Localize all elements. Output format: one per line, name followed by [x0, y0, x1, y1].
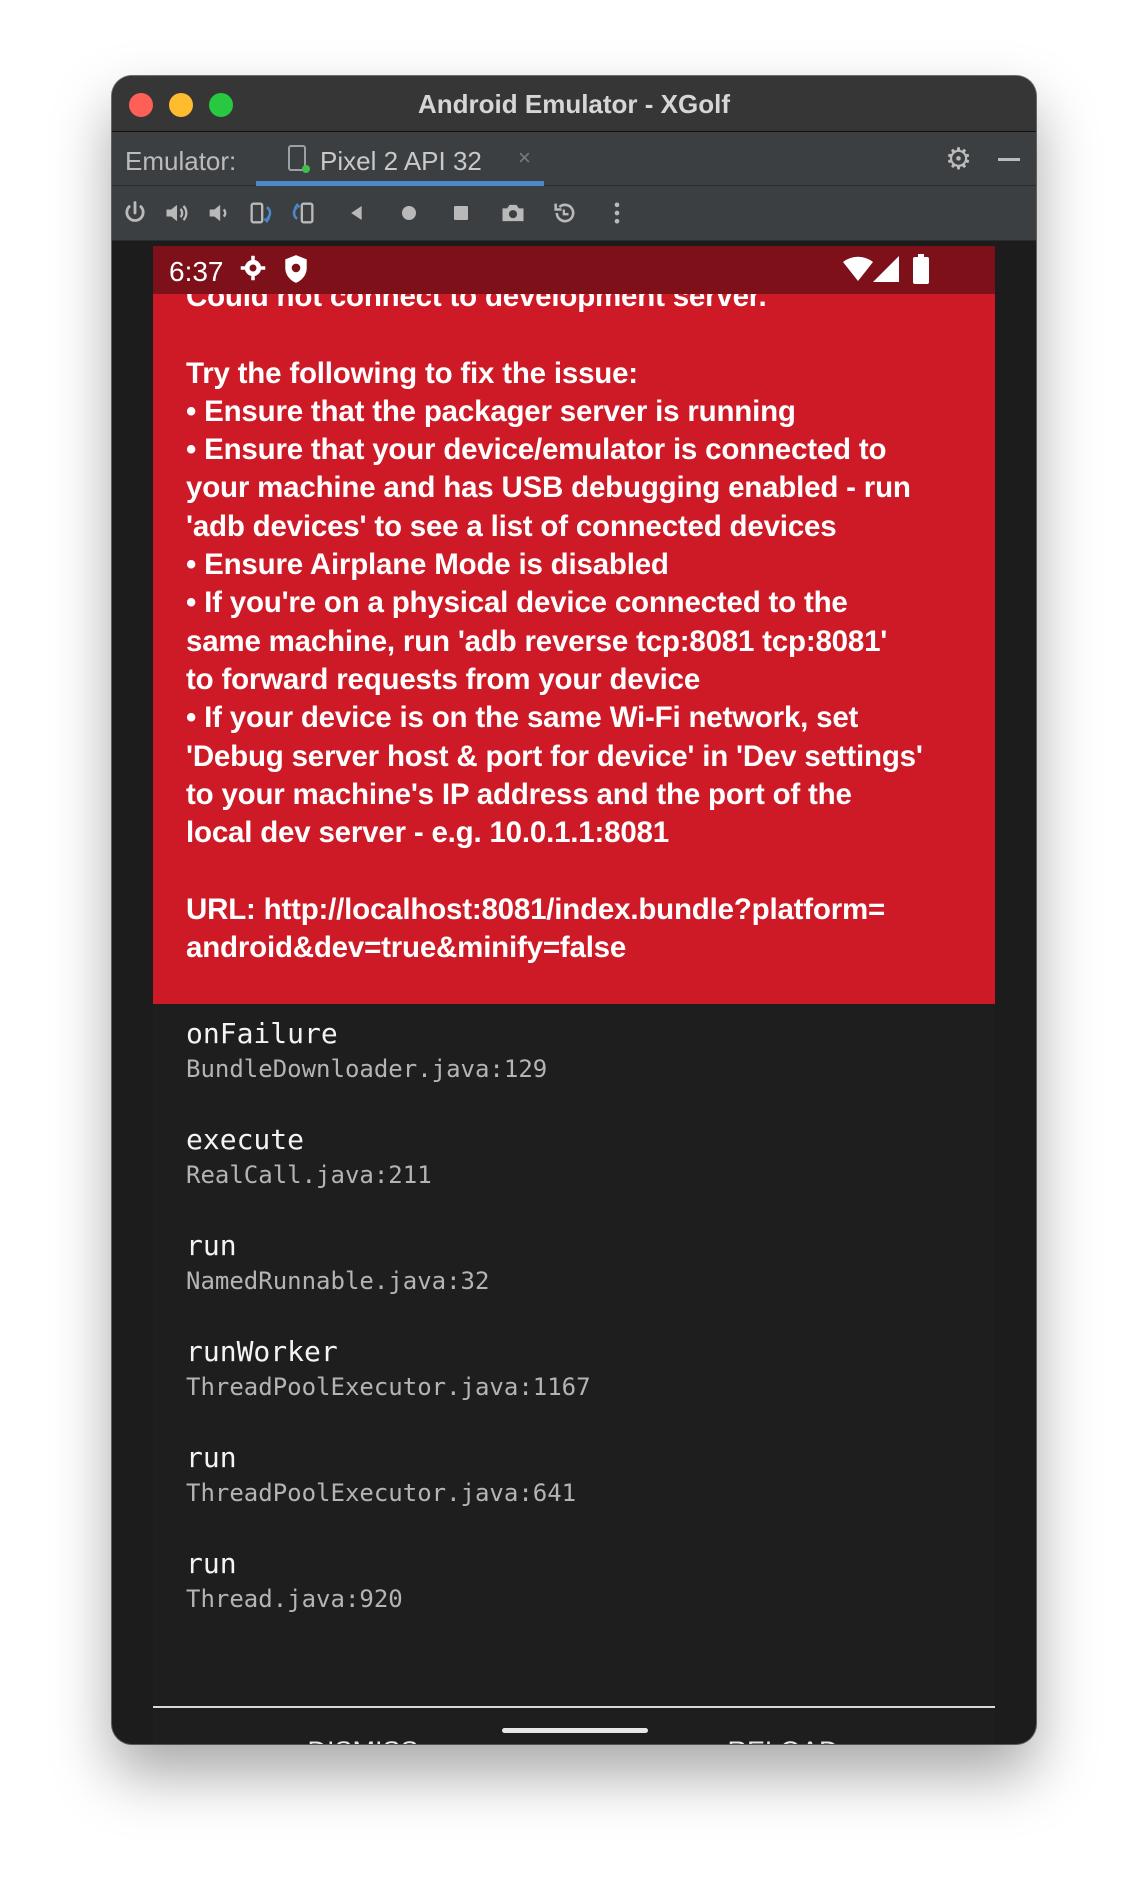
frame-method: run	[186, 1229, 237, 1262]
tab-close-icon[interactable]: ×	[518, 145, 531, 171]
stack-trace-list: onFailure BundleDownloader.java:129 exec…	[186, 1016, 966, 1652]
power-icon[interactable]	[118, 196, 152, 230]
tab-label: Pixel 2 API 32	[320, 146, 482, 176]
emulator-tab-bar: Emulator: Pixel 2 API 32 × ⚙	[112, 132, 1036, 186]
frame-file: Thread.java:920	[186, 1585, 403, 1613]
more-icon[interactable]	[600, 196, 634, 230]
frame-file: ThreadPoolExecutor.java:1167	[186, 1373, 591, 1401]
window-title: Android Emulator - XGolf	[418, 89, 730, 119]
device-screen[interactable]: 6:37 Could not connect to development se…	[153, 246, 995, 1744]
android-status-bar: 6:37	[153, 246, 995, 294]
volume-up-icon[interactable]	[160, 196, 194, 230]
title-bar: Android Emulator - XGolf	[112, 76, 1036, 132]
frame-method: execute	[186, 1123, 305, 1156]
frame-method: run	[186, 1441, 237, 1474]
tab-pixel-2-api-32[interactable]: Pixel 2 API 32 ×	[256, 132, 544, 186]
shield-notification-icon	[283, 254, 309, 289]
frame-file: NamedRunnable.java:32	[186, 1267, 490, 1295]
status-time: 6:37	[169, 256, 224, 287]
reload-button[interactable]: RELOAD (R, R)	[633, 1734, 933, 1744]
emulator-label: Emulator:	[125, 146, 237, 176]
error-message-box: Could not connect to development server.…	[153, 294, 995, 1004]
frame-method: runWorker	[186, 1335, 338, 1368]
camera-icon[interactable]	[496, 196, 530, 230]
emulator-window: Android Emulator - XGolf Emulator: Pixel…	[112, 76, 1036, 1744]
hide-panel-icon[interactable]	[998, 158, 1020, 161]
cellular-signal-icon	[873, 256, 899, 287]
frame-method: onFailure	[186, 1017, 338, 1050]
settings-notification-icon	[239, 254, 267, 287]
stack-frame[interactable]: run ThreadPoolExecutor.java:641	[186, 1440, 966, 1546]
frame-file: RealCall.java:211	[186, 1161, 432, 1189]
stack-frame[interactable]: runWorker ThreadPoolExecutor.java:1167	[186, 1334, 966, 1440]
snapshot-icon[interactable]	[548, 196, 582, 230]
device-icon	[288, 145, 310, 173]
frame-method: run	[186, 1547, 237, 1580]
rotate-left-icon[interactable]	[244, 196, 278, 230]
volume-down-icon[interactable]	[202, 196, 236, 230]
stack-frame[interactable]: execute RealCall.java:211	[186, 1122, 966, 1228]
dismiss-button[interactable]: DISMISS (ESC)	[213, 1734, 513, 1744]
stack-frame[interactable]: run NamedRunnable.java:32	[186, 1228, 966, 1334]
emulator-toolbar	[112, 186, 1036, 241]
back-icon[interactable]	[340, 196, 374, 230]
error-message: Could not connect to development server.…	[186, 294, 923, 965]
wifi-icon	[843, 256, 873, 287]
frame-file: BundleDownloader.java:129	[186, 1055, 548, 1083]
home-icon[interactable]	[392, 196, 426, 230]
overview-icon[interactable]	[444, 196, 478, 230]
rotate-right-icon[interactable]	[286, 196, 320, 230]
battery-icon	[913, 254, 929, 289]
stack-frame[interactable]: onFailure BundleDownloader.java:129	[186, 1016, 966, 1122]
frame-file: ThreadPoolExecutor.java:641	[186, 1479, 577, 1507]
stack-frame[interactable]: run Thread.java:920	[186, 1546, 966, 1652]
settings-gear-icon[interactable]: ⚙	[945, 142, 972, 177]
redbox-button-bar: DISMISS (ESC) RELOAD (R, R)	[153, 1708, 995, 1744]
gesture-nav-handle[interactable]	[502, 1728, 648, 1733]
